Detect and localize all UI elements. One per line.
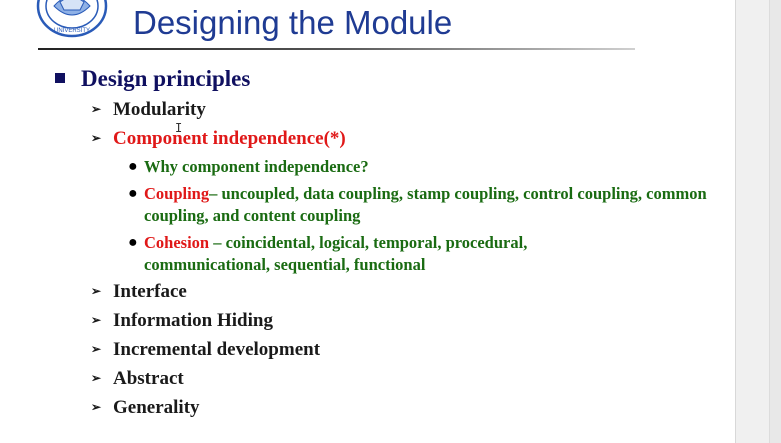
arrow-bullet-icon: ➢ [91, 284, 102, 298]
logo-text: UNIVERSITY [54, 28, 90, 34]
arrow-bullet-icon: ➢ [91, 342, 102, 356]
arrow-bullet-icon: ➢ [91, 102, 102, 116]
item-label: Incremental development [113, 339, 321, 360]
sub-list-item: ● Why component independence? [128, 156, 708, 178]
slide-title: Designing the Module [133, 4, 453, 41]
vertical-scrollbar[interactable] [769, 0, 781, 443]
item-label: Interface [113, 281, 187, 302]
list-item: ➢ Incremental development [91, 339, 320, 361]
sub-list-item: ● Coupling– uncoupled, data coupling, st… [128, 183, 708, 227]
dot-bullet-icon: ● [128, 185, 138, 202]
arrow-bullet-icon: ➢ [91, 313, 102, 327]
term-cohesion: Cohesion [144, 233, 210, 252]
sub-item-text: Why component independence? [144, 157, 369, 176]
side-panel [735, 0, 781, 443]
item-label: Component independence(*) [113, 128, 346, 149]
dot-bullet-icon: ● [128, 158, 138, 175]
item-label: Modularity [113, 99, 206, 120]
heading-label: Design principles [81, 66, 251, 91]
list-item: ➢ Generality [91, 397, 200, 419]
university-logo-icon: UNIVERSITY [36, 0, 108, 38]
heading-design-principles: Design principles [55, 66, 250, 92]
text-cursor-icon: I [175, 121, 183, 135]
arrow-bullet-icon: ➢ [91, 371, 102, 385]
square-bullet-icon [55, 73, 65, 83]
slide-canvas: UNIVERSITY Designing the Module Design p… [0, 0, 735, 443]
arrow-bullet-icon: ➢ [91, 400, 102, 414]
item-label: Abstract [113, 368, 184, 389]
sub-list-item: ● Cohesion – coincidental, logical, temp… [128, 232, 578, 276]
list-item: ➢ Abstract [91, 368, 184, 390]
title-divider [38, 48, 635, 50]
item-label: Information Hiding [113, 310, 273, 331]
list-item: ➢ Interface [91, 281, 187, 303]
term-coupling: Coupling [144, 184, 210, 203]
list-item: ➢ Modularity [91, 99, 206, 121]
dot-bullet-icon: ● [128, 234, 138, 251]
list-item: ➢ Component independence(*) [91, 128, 346, 150]
sub-item-text: – uncoupled, data coupling, stamp coupli… [144, 184, 707, 225]
list-item: ➢ Information Hiding [91, 310, 273, 332]
item-label: Generality [113, 397, 200, 418]
arrow-bullet-icon: ➢ [91, 131, 102, 145]
